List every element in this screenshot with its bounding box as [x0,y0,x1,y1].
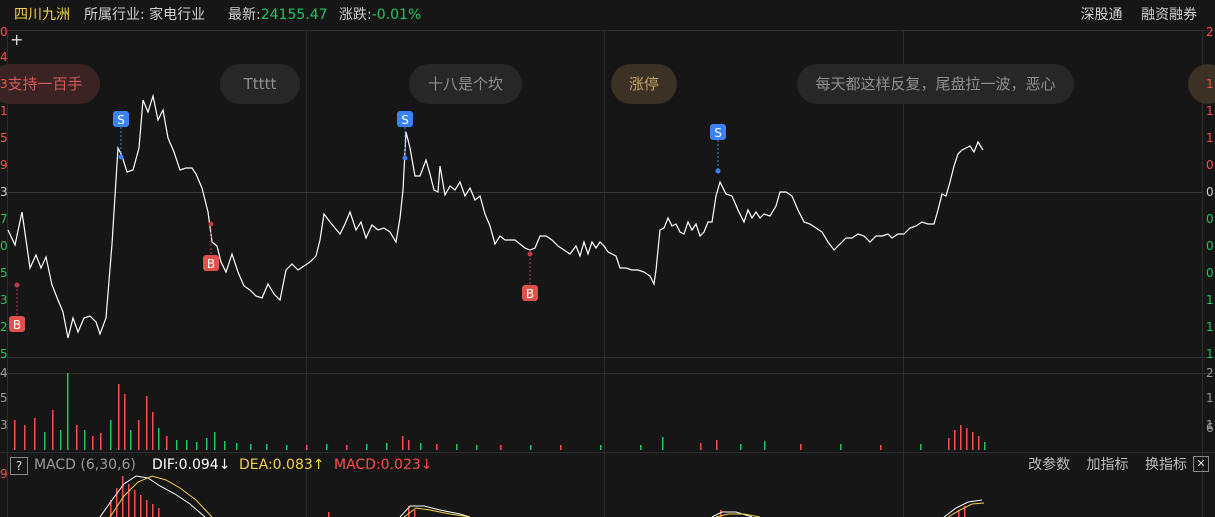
macd-bars [110,476,966,517]
left-axis-label: 1 [0,104,8,118]
macd-dea-line [109,475,213,517]
right-axis-label: 0 [1206,239,1214,253]
macd-dea-value: DEA:0.083↑ [239,457,325,473]
volume-bars [14,373,986,450]
right-axis-label: 1 [1206,104,1214,118]
switch-indicator-button[interactable]: 换指标 [1145,457,1187,473]
right-axis-label: 2 [1206,25,1214,39]
right-axis-label: 0 [1206,185,1214,199]
right-axis-label: 1 [1206,293,1214,307]
left-axis-label: 5 [0,391,8,405]
left-axis-label: 5 [0,131,8,145]
price-line [7,93,984,339]
left-axis-label: 0 [0,25,8,39]
left-axis-label: 5 [0,347,8,361]
add-indicator-button[interactable]: 加指标 [1087,457,1129,473]
sell-signal-1[interactable]: S [113,111,129,160]
svg-text:B: B [207,257,215,271]
bullet-comment[interactable]: 支持一百手 [0,64,100,104]
bullet-comment[interactable]: Ttttt [220,64,300,104]
left-axis-label: 5 [0,266,8,280]
left-axis-label: 3 [0,418,8,432]
right-axis-label: 1 [1206,77,1214,91]
sell-signal-3[interactable]: S [710,124,726,174]
bullet-comment[interactable]: 每天都这样反复，尾盘拉一波，恶心 [797,64,1074,104]
edit-params-button[interactable]: 改参数 [1028,457,1070,473]
svg-text:S: S [714,126,722,140]
right-axis-label: 0 [1206,158,1214,172]
macd-dif-value: DIF:0.094↓ [152,457,231,473]
bullet-comment[interactable]: 十八是个坎 [409,64,522,104]
right-axis-label: 1 [1206,131,1214,145]
right-axis-label: 0 [1206,266,1214,280]
help-icon[interactable]: ? [10,457,28,475]
left-axis-label: 4 [0,50,8,64]
macd-indicator-bar: ? MACD (6,30,6) DIF:0.094↓ DEA:0.083↑ MA… [0,452,1215,477]
svg-text:S: S [401,113,409,127]
left-axis-label: 3 [0,293,8,307]
right-axis-label: 1 [1206,391,1214,405]
buy-signal-1[interactable]: B [9,282,25,333]
left-axis-label: 0 [0,239,8,253]
right-axis-label: 1 [1206,320,1214,334]
left-axis-label: 9 [0,158,8,172]
close-icon[interactable]: ✕ [1193,456,1209,472]
bullet-comment[interactable]: 涨停 [611,64,677,104]
right-axis-label: 1 [1206,347,1214,361]
svg-text:B: B [13,318,21,332]
left-axis-label: 3 [0,185,8,199]
macd-value: MACD:0.023↓ [334,457,433,473]
right-axis-label: 6 [1206,421,1214,435]
macd-indicator-name[interactable]: MACD (6,30,6) [34,453,136,477]
right-axis-label: 0 [1206,212,1214,226]
svg-text:B: B [526,287,534,301]
buy-signal-3[interactable]: B [522,251,538,302]
left-axis-label: 3 [0,77,8,91]
indicator-tools: 改参数 加指标 换指标 [1016,453,1187,477]
right-axis-label: 2 [1206,366,1214,380]
left-axis-label: 7 [0,212,8,226]
svg-text:S: S [117,113,125,127]
left-axis-label: 4 [0,366,8,380]
left-axis-label: 2 [0,320,8,334]
